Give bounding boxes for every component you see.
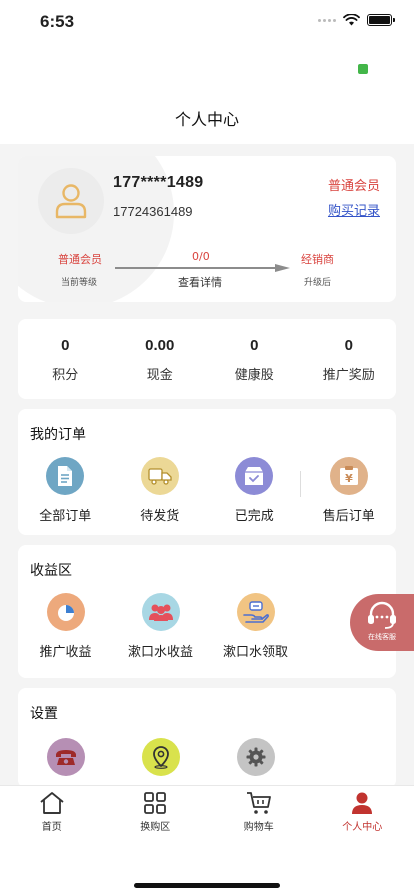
next-level-caption: 升级后 bbox=[304, 278, 332, 288]
customer-service-label: 在线客服 bbox=[368, 633, 396, 641]
stats-card: 0 积分 0.00 现金 0 健康股 0 推广奖励 bbox=[18, 319, 396, 399]
order-pending-ship-button[interactable]: 待发货 bbox=[113, 457, 208, 524]
yen-box-icon: ¥ bbox=[329, 457, 368, 495]
user-avatar-icon bbox=[55, 184, 87, 219]
order-completed-label: 已完成 bbox=[234, 509, 274, 524]
truck-icon bbox=[140, 457, 179, 495]
stat-value: 0.00 bbox=[145, 337, 175, 354]
tab-cart[interactable]: 购物车 bbox=[207, 786, 311, 834]
document-icon bbox=[46, 457, 85, 495]
avatar[interactable] bbox=[38, 168, 104, 234]
grid-icon bbox=[144, 792, 167, 814]
hand-receive-icon bbox=[236, 593, 275, 631]
stat-value: 0 bbox=[61, 337, 70, 354]
online-indicator-icon bbox=[358, 64, 368, 74]
username: 177****1489 bbox=[113, 174, 204, 191]
location-pin-icon bbox=[141, 738, 180, 776]
tab-home[interactable]: 首页 bbox=[0, 786, 104, 834]
stat-value: 0 bbox=[250, 337, 259, 354]
current-level: 普通会员 bbox=[58, 253, 102, 266]
tab-label: 首页 bbox=[41, 822, 62, 833]
signal-icon bbox=[318, 18, 336, 22]
page-header: 个人中心 bbox=[0, 44, 414, 144]
earnings-card: 收益区 推广收益 漱口水收益 漱口水领取 bbox=[18, 545, 396, 678]
earnings-title: 收益区 bbox=[30, 563, 72, 579]
settings-title: 设置 bbox=[30, 706, 58, 722]
promo-earnings-button[interactable]: 推广收益 bbox=[18, 593, 113, 660]
battery-icon bbox=[367, 14, 395, 26]
stat-value: 0 bbox=[344, 337, 353, 354]
level-detail-link[interactable]: 查看详情 bbox=[178, 274, 222, 290]
gear-icon bbox=[236, 738, 275, 776]
stat-label: 健康股 bbox=[234, 368, 274, 383]
contact-phone-button[interactable] bbox=[18, 738, 113, 776]
headset-icon bbox=[368, 601, 396, 629]
pie-chart-icon bbox=[46, 593, 85, 631]
svg-text:¥: ¥ bbox=[345, 472, 353, 485]
order-after-sales-label: 售后订单 bbox=[322, 509, 375, 524]
status-bar: 6:53 bbox=[0, 0, 414, 44]
order-all-label: 全部订单 bbox=[39, 509, 92, 524]
level-arrow-icon bbox=[115, 264, 290, 272]
next-level: 经销商 bbox=[301, 253, 334, 266]
tab-profile[interactable]: 个人中心 bbox=[311, 786, 414, 834]
stat-points[interactable]: 0 积分 bbox=[18, 319, 113, 399]
profile-card: 177****1489 17724361489 普通会员 购买记录 普通会员 当… bbox=[18, 156, 396, 302]
divider bbox=[300, 471, 301, 497]
bottom-tab-bar: 首页 换购区 购物车 个人中心 bbox=[0, 785, 414, 896]
status-icons bbox=[318, 14, 395, 26]
status-time: 6:53 bbox=[40, 12, 75, 31]
orders-title: 我的订单 bbox=[30, 427, 86, 443]
stat-label: 积分 bbox=[52, 368, 79, 383]
tab-exchange[interactable]: 换购区 bbox=[104, 786, 208, 834]
address-button[interactable] bbox=[113, 738, 208, 776]
home-icon bbox=[40, 792, 64, 814]
order-pending-ship-label: 待发货 bbox=[140, 509, 180, 524]
person-icon bbox=[352, 792, 373, 814]
user-id: 17724361489 bbox=[113, 204, 193, 219]
telephone-icon bbox=[46, 738, 85, 776]
mouthwash-claim-button[interactable]: 漱口水领取 bbox=[208, 593, 303, 660]
level-progress: 0/0 bbox=[192, 250, 210, 263]
tab-label: 换购区 bbox=[140, 822, 171, 833]
tab-label: 购物车 bbox=[243, 822, 274, 833]
stat-label: 现金 bbox=[146, 368, 173, 383]
buy-record-link[interactable]: 购买记录 bbox=[328, 200, 380, 219]
wifi-icon bbox=[343, 14, 360, 26]
mouthwash-claim-label: 漱口水领取 bbox=[222, 645, 288, 660]
current-level-caption: 当前等级 bbox=[61, 278, 98, 288]
stat-health-shares[interactable]: 0 健康股 bbox=[207, 319, 302, 399]
orders-card: 我的订单 全部订单 待发货 已完成 ¥ 售后订单 bbox=[18, 409, 396, 535]
page-title: 个人中心 bbox=[174, 110, 239, 129]
member-level-badge: 普通会员 bbox=[327, 179, 380, 194]
tab-label: 个人中心 bbox=[342, 822, 383, 833]
people-icon bbox=[141, 593, 180, 631]
settings-button[interactable] bbox=[208, 738, 303, 776]
home-indicator bbox=[134, 883, 280, 888]
stat-promo-reward[interactable]: 0 推广奖励 bbox=[302, 319, 397, 399]
stat-cash[interactable]: 0.00 现金 bbox=[113, 319, 208, 399]
order-after-sales-button[interactable]: ¥ 售后订单 bbox=[302, 457, 397, 524]
stat-label: 推广奖励 bbox=[322, 368, 375, 383]
customer-service-button[interactable]: 在线客服 bbox=[350, 594, 414, 651]
order-all-button[interactable]: 全部订单 bbox=[18, 457, 113, 524]
order-completed-button[interactable]: 已完成 bbox=[207, 457, 302, 524]
mouthwash-earnings-label: 漱口水收益 bbox=[127, 645, 193, 660]
promo-earnings-label: 推广收益 bbox=[39, 645, 92, 660]
mouthwash-earnings-button[interactable]: 漱口水收益 bbox=[113, 593, 208, 660]
cart-icon bbox=[246, 792, 271, 814]
settings-card: 设置 bbox=[18, 688, 396, 788]
box-check-icon bbox=[235, 457, 274, 495]
